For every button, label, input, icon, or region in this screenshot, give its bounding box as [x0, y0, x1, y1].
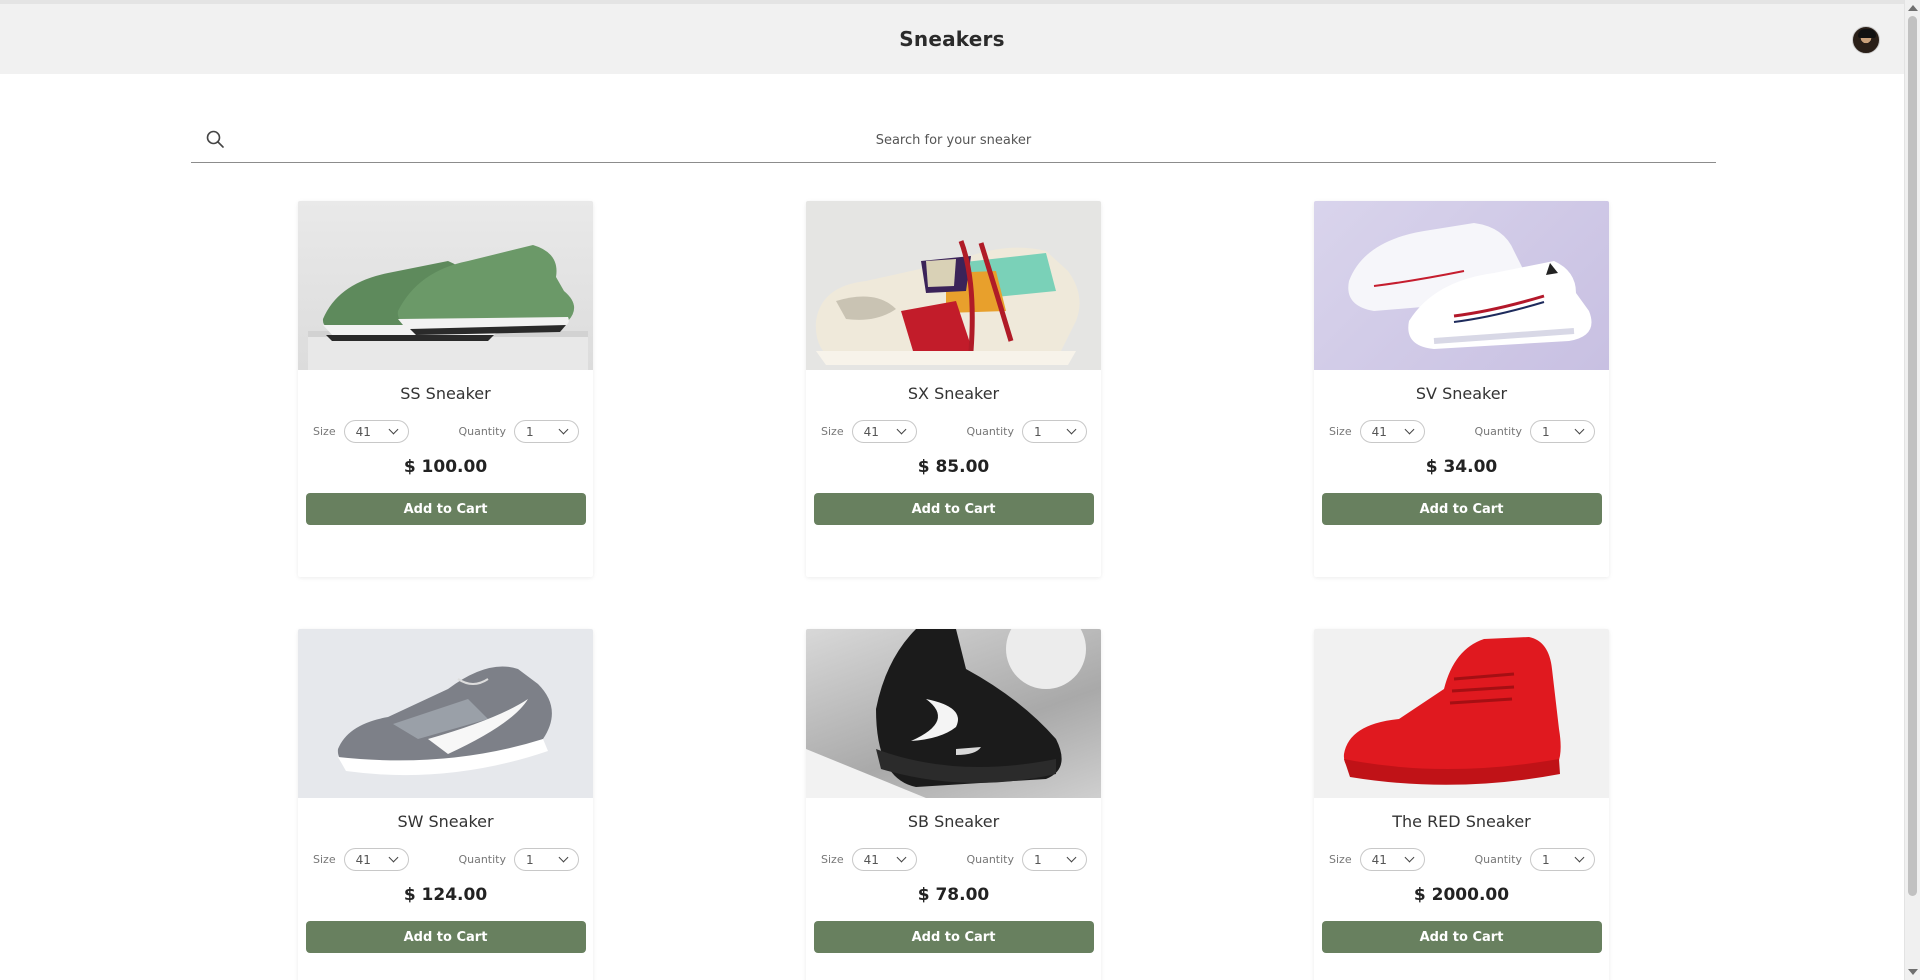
black-sneaker-photo[interactable]: [806, 629, 1101, 798]
quantity-select[interactable]: 1: [514, 420, 579, 443]
product-card: SV Sneaker Size 41 Quantity 1 $ 34.00 Add …: [1314, 201, 1609, 577]
grey-knit-sneaker-photo[interactable]: [298, 629, 593, 798]
page: Sneakers SS Sneaker Size41 Quant: [0, 0, 1920, 980]
product-price: $ 2000.00: [1413, 885, 1510, 905]
size-label: Size: [313, 425, 336, 438]
scroll-up-arrow-icon[interactable]: [1908, 5, 1918, 11]
product-name: SB Sneaker: [907, 812, 1000, 831]
quantity-value: 1: [526, 852, 534, 867]
red-sneaker-photo[interactable]: [1314, 629, 1609, 798]
product-card: SB Sneaker Size 41 Quantity 1 $ 78.00 Add …: [806, 629, 1101, 980]
size-label: Size: [313, 853, 336, 866]
size-value: 41: [1371, 424, 1387, 439]
product-card: SW Sneaker Size 41 Quantity 1 $ 124.00 Add…: [298, 629, 593, 980]
quantity-select[interactable]: 1: [1022, 848, 1087, 871]
header-bar: Sneakers: [0, 4, 1904, 74]
quantity-select[interactable]: 1: [1530, 420, 1595, 443]
product-name: SX Sneaker: [907, 384, 1000, 403]
chevron-down-icon: [896, 424, 907, 435]
search-bar: [191, 118, 1716, 163]
product-price: $ 34.00: [1425, 457, 1498, 477]
chevron-down-icon: [1066, 424, 1077, 435]
avatar[interactable]: [1852, 26, 1880, 54]
product-card: SS Sneaker Size 41 Quantity 1 $ 100.00 Add…: [298, 201, 593, 577]
chevron-down-icon: [388, 424, 399, 435]
product-price: $ 100.00: [403, 457, 488, 477]
add-to-cart-button[interactable]: Add to Cart: [1321, 921, 1602, 953]
quantity-value: 1: [1542, 852, 1550, 867]
chevron-down-icon: [1574, 424, 1585, 435]
product-card: The RED Sneaker Size 41 Quantity 1 $ 2000.…: [1314, 629, 1609, 980]
quantity-value: 1: [1542, 424, 1550, 439]
quantity-select[interactable]: 1: [1022, 420, 1087, 443]
product-name: SS Sneaker: [400, 384, 491, 403]
add-to-cart-button[interactable]: Add to Cart: [813, 493, 1094, 525]
chevron-down-icon: [1574, 852, 1585, 863]
scrollbar[interactable]: [1904, 0, 1920, 980]
add-to-cart-button[interactable]: Add to Cart: [1321, 493, 1602, 525]
scroll-down-arrow-icon[interactable]: [1908, 969, 1918, 975]
size-value: 41: [355, 852, 371, 867]
size-select[interactable]: 41: [1359, 420, 1425, 443]
chevron-down-icon: [1404, 424, 1415, 435]
size-select[interactable]: 41: [851, 420, 917, 443]
quantity-label: Quantity: [458, 425, 506, 438]
quantity-label: Quantity: [966, 425, 1014, 438]
product-name: SV Sneaker: [1415, 384, 1508, 403]
size-value: 41: [863, 424, 879, 439]
size-value: 41: [355, 424, 371, 439]
size-value: 41: [1371, 852, 1387, 867]
chevron-down-icon: [558, 852, 569, 863]
multicolor-sneaker-photo[interactable]: [806, 201, 1101, 370]
product-price: $ 85.00: [917, 457, 990, 477]
page-title: Sneakers: [899, 27, 1005, 51]
quantity-label: Quantity: [966, 853, 1014, 866]
add-to-cart-button[interactable]: Add to Cart: [305, 921, 586, 953]
quantity-label: Quantity: [1474, 853, 1522, 866]
add-to-cart-button[interactable]: Add to Cart: [305, 493, 586, 525]
white-sneaker-photo[interactable]: [1314, 201, 1609, 370]
chevron-down-icon: [1066, 852, 1077, 863]
size-label: Size: [821, 853, 844, 866]
quantity-select[interactable]: 1: [514, 848, 579, 871]
quantity-value: 1: [1034, 852, 1042, 867]
size-label: Size: [1329, 853, 1352, 866]
product-price: $ 78.00: [917, 885, 990, 905]
quantity-value: 1: [526, 424, 534, 439]
chevron-down-icon: [896, 852, 907, 863]
chevron-down-icon: [558, 424, 569, 435]
green-sneaker-photo[interactable]: [298, 201, 593, 370]
size-value: 41: [863, 852, 879, 867]
search-icon[interactable]: [205, 129, 225, 149]
size-select[interactable]: 41: [343, 848, 409, 871]
add-to-cart-button[interactable]: Add to Cart: [813, 921, 1094, 953]
chevron-down-icon: [388, 852, 399, 863]
product-name: SW Sneaker: [397, 812, 494, 831]
scrollbar-thumb[interactable]: [1908, 16, 1917, 896]
quantity-value: 1: [1034, 424, 1042, 439]
search-input[interactable]: [191, 118, 1716, 162]
size-select[interactable]: 41: [343, 420, 409, 443]
product-price: $ 124.00: [403, 885, 488, 905]
size-select[interactable]: 41: [1359, 848, 1425, 871]
product-name: The RED Sneaker: [1392, 812, 1531, 831]
chevron-down-icon: [1404, 852, 1415, 863]
quantity-select[interactable]: 1: [1530, 848, 1595, 871]
quantity-label: Quantity: [1474, 425, 1522, 438]
quantity-label: Quantity: [458, 853, 506, 866]
product-card: SX Sneaker Size 41 Quantity 1 $ 85.00 Add …: [806, 201, 1101, 577]
size-select[interactable]: 41: [851, 848, 917, 871]
size-label: Size: [821, 425, 844, 438]
size-label: Size: [1329, 425, 1352, 438]
